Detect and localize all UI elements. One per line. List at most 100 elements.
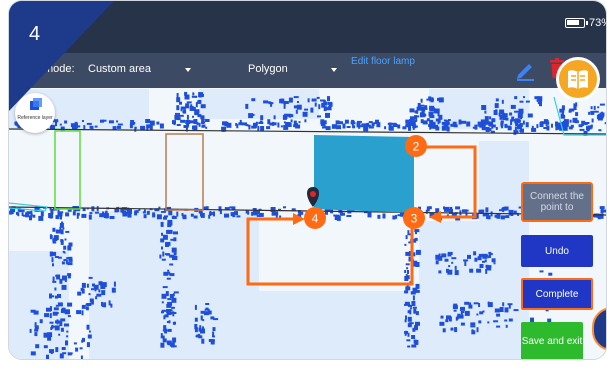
map-obstacle-pixel	[546, 125, 550, 131]
map-obstacle-pixel	[484, 110, 487, 114]
map-obstacle-pixel	[481, 105, 487, 110]
map-obstacle-pixel	[273, 115, 276, 120]
map-obstacle-pixel	[185, 120, 191, 124]
map-obstacle-pixel	[52, 238, 56, 244]
chevron-down-icon[interactable]	[331, 68, 337, 72]
map-obstacle-pixel	[501, 207, 507, 211]
map-obstacle-pixel	[194, 304, 197, 310]
map-obstacle-pixel	[581, 121, 584, 126]
map-obstacle-pixel	[408, 256, 411, 262]
map-obstacle-pixel	[81, 213, 87, 218]
map-obstacle-pixel	[441, 253, 447, 258]
map-obstacle-pixel	[502, 112, 505, 118]
map-obstacle-pixel	[29, 328, 32, 333]
map-obstacle-pixel	[504, 307, 509, 313]
map-obstacle-pixel	[478, 320, 482, 324]
map-obstacle-pixel	[296, 104, 302, 110]
map-obstacle-pixel	[483, 254, 489, 257]
map-obstacle-pixel	[251, 125, 257, 129]
pencil-icon[interactable]	[514, 59, 536, 81]
map-obstacle-pixel	[569, 108, 575, 112]
custom-area-polygon[interactable]	[314, 135, 414, 213]
map-obstacle-pixel	[161, 232, 163, 236]
map-obstacle-pixel	[86, 324, 90, 330]
map-obstacle-pixel	[74, 121, 78, 125]
map-obstacle-pixel	[180, 106, 186, 110]
map-obstacle-pixel	[537, 102, 540, 104]
map-obstacle-pixel	[597, 106, 600, 109]
map-obstacle-pixel	[404, 276, 409, 281]
map-obstacle-pixel	[61, 347, 66, 350]
map-obstacle-pixel	[57, 302, 63, 307]
lamp-icon	[568, 70, 588, 89]
map-obstacle-pixel	[413, 308, 417, 314]
point-marker-2[interactable]: 2	[405, 135, 427, 157]
existing-area-green[interactable]	[54, 130, 81, 210]
map-obstacle-pixel	[601, 208, 604, 214]
map-obstacle-pixel	[490, 130, 495, 133]
map-obstacle-pixel	[47, 336, 52, 341]
map-obstacle-pixel	[548, 272, 553, 276]
map-obstacle-pixel	[200, 328, 205, 334]
map-obstacle-pixel	[579, 128, 585, 131]
map-obstacle-pixel	[429, 113, 432, 116]
map-obstacle-pixel	[161, 311, 164, 314]
map-obstacle-pixel	[406, 267, 409, 270]
map-obstacle-pixel	[477, 256, 482, 261]
map-obstacle-pixel	[438, 97, 444, 103]
map-obstacle-pixel	[527, 113, 533, 118]
map-obstacle-pixel	[266, 126, 271, 130]
map-obstacle-pixel	[514, 110, 520, 113]
edit-floor-lamp-link[interactable]: Edit floor lamp	[347, 56, 419, 68]
existing-area-brown[interactable]	[165, 133, 204, 211]
map-obstacle-pixel	[429, 126, 432, 130]
map-obstacle-pixel	[60, 318, 66, 322]
shape-select[interactable]: Polygon	[248, 63, 288, 75]
map-obstacle-pixel	[412, 306, 417, 309]
map-obstacle-pixel	[81, 304, 86, 309]
map-obstacle-pixel	[464, 261, 467, 266]
map-obstacle-pixel	[415, 321, 420, 326]
map-obstacle-pixel	[534, 96, 540, 100]
map-obstacle-pixel	[316, 96, 320, 99]
map-obstacle-pixel	[484, 119, 489, 125]
map-obstacle-pixel	[65, 230, 70, 233]
map-obstacle-pixel	[439, 321, 445, 326]
map-obstacle-pixel	[182, 111, 185, 114]
map-obstacle-pixel	[519, 113, 522, 118]
map-obstacle-pixel	[404, 303, 409, 306]
map-obstacle-pixel	[487, 321, 490, 324]
map-obstacle-pixel	[518, 108, 524, 114]
map-obstacle-pixel	[181, 213, 184, 216]
map-obstacle-pixel	[191, 95, 197, 98]
save-and-exit-button[interactable]: Save and exit	[521, 322, 583, 359]
map-obstacle-pixel	[338, 121, 343, 125]
map-obstacle-pixel	[49, 215, 53, 219]
map-obstacle-pixel	[546, 119, 549, 124]
map-obstacle-pixel	[67, 302, 73, 307]
map-obstacle-pixel	[346, 215, 352, 217]
map-obstacle-pixel	[531, 127, 537, 132]
point-marker-4[interactable]: 4	[304, 207, 326, 229]
map-obstacle-pixel	[496, 213, 501, 219]
map-obstacle-pixel	[457, 313, 461, 316]
undo-button[interactable]: Undo	[521, 235, 593, 267]
chevron-down-icon[interactable]	[185, 68, 191, 72]
map-obstacle-pixel	[251, 211, 254, 216]
map-obstacle-pixel	[505, 324, 508, 328]
map-obstacle-pixel	[443, 124, 448, 128]
map-obstacle-pixel	[590, 106, 593, 110]
lamp-button[interactable]	[556, 57, 600, 101]
map-obstacle-pixel	[468, 304, 473, 309]
map-obstacle-pixel	[298, 211, 304, 215]
map-obstacle-pixel	[79, 347, 83, 350]
complete-button[interactable]: Complete	[521, 278, 593, 310]
point-marker-3[interactable]: 3	[403, 207, 425, 229]
reference-layer-button[interactable]: Reference layer	[15, 93, 55, 133]
map-obstacle-pixel	[101, 301, 103, 306]
map-obstacle-pixel	[190, 106, 196, 111]
map-obstacle-pixel	[200, 316, 203, 319]
map-obstacle-pixel	[91, 288, 94, 291]
map-obstacle-pixel	[67, 315, 71, 318]
connect-point-button[interactable]: Connect the point to	[521, 182, 593, 222]
